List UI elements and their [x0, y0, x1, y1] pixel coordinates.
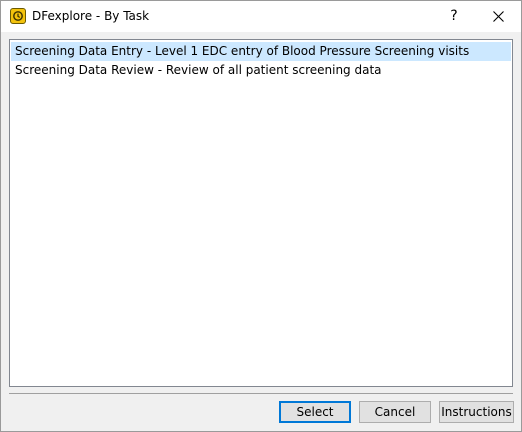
dialog-window: DFexplore - By Task ? Screening Data Ent… — [0, 0, 522, 432]
list-item-screening-data-review[interactable]: Screening Data Review - Review of all pa… — [11, 61, 511, 80]
cancel-button[interactable]: Cancel — [359, 401, 431, 423]
close-button[interactable] — [475, 1, 521, 32]
close-icon — [493, 11, 504, 22]
list-item-label: Screening Data Review - Review of all pa… — [15, 63, 382, 77]
select-button[interactable]: Select — [279, 401, 351, 423]
window-title: DFexplore - By Task — [32, 9, 150, 23]
help-icon: ? — [450, 8, 458, 24]
footer-divider — [9, 393, 513, 394]
task-list[interactable]: Screening Data Entry - Level 1 EDC entry… — [9, 39, 513, 387]
list-item-label: Screening Data Entry - Level 1 EDC entry… — [15, 44, 470, 58]
help-button[interactable]: ? — [431, 1, 477, 32]
instructions-button[interactable]: Instructions — [439, 401, 514, 423]
title-bar[interactable]: DFexplore - By Task ? — [1, 1, 521, 32]
dfexplore-app-icon[interactable] — [10, 8, 26, 24]
list-item-screening-data-entry[interactable]: Screening Data Entry - Level 1 EDC entry… — [11, 42, 511, 61]
